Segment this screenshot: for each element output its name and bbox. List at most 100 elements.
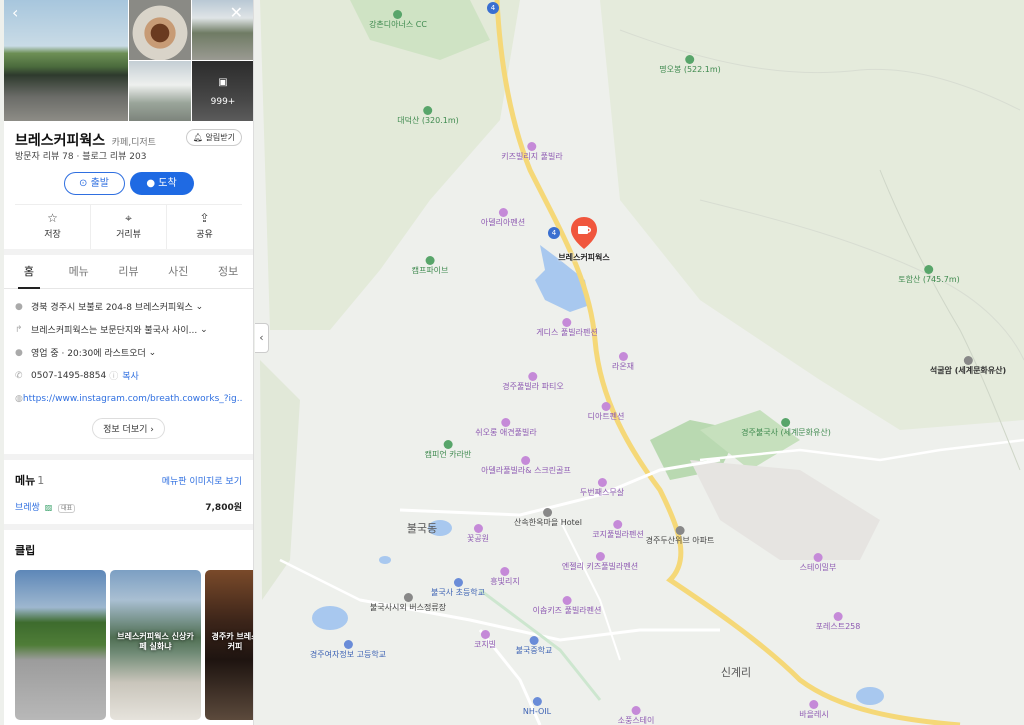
map-label-text: 포레스트258 — [815, 622, 861, 631]
save-button[interactable]: ☆ 저장 — [15, 205, 90, 249]
share-button[interactable]: ⇪ 공유 — [166, 205, 242, 249]
blog-review-link[interactable]: 블로그 리뷰 203 — [82, 152, 146, 162]
arrive-button[interactable]: ● 도착 — [129, 172, 194, 195]
clip-card[interactable] — [15, 570, 106, 720]
arrive-pin-icon: ● — [146, 178, 159, 189]
map-label[interactable]: 경주불국사 (세계문화유산) — [741, 418, 831, 438]
title-row: 브레스커피웍스 카페,디저트 🔔︎ 알림받기 — [4, 120, 253, 149]
photo-main[interactable] — [4, 0, 128, 121]
website-link[interactable]: https://www.instagram.com/breath.coworks… — [23, 394, 242, 404]
menu-count: 1 — [37, 474, 45, 487]
clip-card[interactable]: 브레스커피웍스 신상카페 실화냐 — [110, 570, 201, 720]
map-label[interactable]: 흥빛리지 — [490, 567, 520, 587]
share-icon: ⇪ — [199, 211, 210, 225]
back-arrow-icon[interactable]: ‹ — [12, 5, 18, 21]
route-badge: 4 — [487, 2, 499, 14]
visitor-review-link[interactable]: 방문자 리뷰 78 — [15, 152, 74, 162]
photo-thumb[interactable] — [129, 0, 191, 60]
map-label-text: 이솝키즈 풀빌라펜션 — [532, 606, 602, 615]
map-label[interactable]: 두번째스무살 — [580, 478, 624, 498]
copy-button[interactable]: 복사 — [122, 369, 139, 382]
map-label[interactable]: 강촌디아너스 CC — [369, 10, 427, 30]
map-label[interactable]: 게디스 풀빌라펜션 — [536, 318, 598, 338]
map-label[interactable]: 소풍스테이 — [618, 706, 654, 725]
map-label[interactable]: 포레스트258 — [815, 612, 861, 632]
info-more-label: 정보 더보기 — [103, 425, 148, 435]
map-label[interactable]: 불국동 — [407, 522, 437, 535]
map-label-text: 불국동 — [406, 522, 438, 535]
map-label-text: 석굴암 (세계문화유산) — [929, 366, 1007, 375]
map-label[interactable]: 이솝키즈 풀빌라펜션 — [532, 596, 602, 616]
directions-row[interactable]: ↱ 브레스커피웍스는 보문단지와 불국사 사이... ⌄ — [15, 318, 242, 341]
tab-info[interactable]: 정보 — [203, 255, 253, 288]
address-row[interactable]: ● 경북 경주시 보불로 204-8 브레스커피웍스 ⌄ — [15, 295, 242, 318]
map-label[interactable]: 경주두산위브 아파트 — [646, 526, 714, 546]
map-label[interactable]: 아델리아펜션 — [481, 208, 525, 228]
menu-item[interactable]: 브레쌍 ▨ 대표 7,800원 — [15, 492, 242, 520]
photo-thumb[interactable] — [192, 0, 253, 60]
map-label[interactable]: 대덕산 (320.1m) — [397, 106, 459, 126]
start-button[interactable]: ⊙ 출발 — [63, 172, 125, 195]
place-marker-label[interactable]: 브레스커피웍스 — [558, 252, 610, 263]
menu-image-link[interactable]: 메뉴판 이미지로 보기 — [162, 474, 242, 487]
hours-row[interactable]: ● 영업 중 · 20:30에 라스트오더 ⌄ — [15, 341, 242, 364]
map-label[interactable]: 라온재 — [612, 352, 634, 372]
notify-button[interactable]: 🔔︎ 알림받기 — [185, 129, 242, 146]
map-label[interactable]: 엔젤리 키즈풀빌라펜션 — [562, 552, 638, 572]
tab-review[interactable]: 리뷰 — [104, 255, 154, 288]
star-icon: ☆ — [47, 211, 58, 225]
map-label[interactable]: 바을레시 — [799, 700, 829, 720]
arrive-label: 도착 — [158, 178, 177, 189]
map-label[interactable]: 경주여자정보 고등학교 — [310, 640, 386, 660]
tab-bar: 홈 메뉴 리뷰 사진 정보 — [4, 255, 253, 289]
info-list: ● 경북 경주시 보불로 204-8 브레스커피웍스 ⌄ ↱ 브레스커피웍스는 … — [4, 289, 253, 410]
photo-gallery: ▣ 999+ ‹ ✕ — [4, 0, 253, 121]
clip-card[interactable]: 경주카 브레스커피 — [205, 570, 254, 720]
map-label[interactable]: 신계리 — [721, 666, 751, 679]
menu-item-price: 7,800원 — [205, 502, 242, 513]
chevron-down-icon: ⌄ — [197, 324, 208, 335]
map-label-text: 불국중학교 — [515, 646, 553, 655]
map-label-text: 경주풀빌라 파티오 — [502, 382, 564, 391]
map-label[interactable]: 스테이밀부 — [800, 553, 836, 573]
map-label[interactable]: 코지빌 — [474, 630, 496, 650]
map-label[interactable]: 토함산 (745.7m) — [898, 265, 960, 285]
photo-thumb[interactable] — [129, 61, 191, 121]
map-label[interactable]: NH-OIL — [523, 697, 551, 717]
info-more-button[interactable]: 정보 더보기 › — [92, 418, 165, 439]
map-label[interactable]: 석굴암 (세계문화유산) — [930, 356, 1006, 376]
website-row: ◍ https://www.instagram.com/breath.cowor… — [15, 387, 242, 410]
clip-header: 클립 — [15, 542, 242, 562]
map-label[interactable]: 불국중학교 — [515, 636, 553, 656]
map-label-text: 키즈빌리지 풀빌라 — [501, 152, 563, 161]
map-label[interactable]: 캠피언 카라반 — [425, 440, 471, 460]
map-label-text: 토함산 (745.7m) — [898, 275, 960, 284]
route-badge: 4 — [548, 227, 560, 239]
menu-title: 메뉴 1 — [15, 472, 44, 488]
map-label[interactable]: 디아트펜션 — [588, 402, 624, 422]
location-icon: ● — [15, 301, 23, 312]
place-marker-icon[interactable] — [570, 216, 598, 250]
map-label[interactable]: 불국사시외 버스정류장 — [370, 593, 446, 613]
collapse-panel-button[interactable]: ‹ — [255, 323, 269, 353]
map-label[interactable]: 꽃공원 — [467, 524, 489, 544]
map-label[interactable]: 키즈빌리지 풀빌라 — [501, 142, 563, 162]
map-label[interactable]: 캠프파이브 — [412, 256, 448, 276]
clip-caption: 경주카 브레스커피 — [211, 632, 254, 652]
photo-more[interactable]: ▣ 999+ — [192, 61, 253, 121]
close-icon[interactable]: ✕ — [230, 5, 243, 21]
map-label[interactable]: 산속한옥마을 Hotel — [514, 508, 582, 528]
map-label[interactable]: 아델라풀빌라& 스크린골프 — [481, 456, 571, 476]
streetview-button[interactable]: ⌖ 거리뷰 — [90, 205, 166, 249]
map-label[interactable]: 코지풀빌라펜션 — [592, 520, 644, 540]
tab-photo[interactable]: 사진 — [153, 255, 203, 288]
map-label-text: NH-OIL — [522, 707, 552, 716]
map-label-text: 산속한옥마을 Hotel — [514, 518, 582, 527]
map-label[interactable]: 경주풀빌라 파티오 — [502, 372, 564, 392]
map-label[interactable]: 명오봉 (522.1m) — [659, 55, 721, 75]
tab-home[interactable]: 홈 — [4, 255, 54, 289]
map-label[interactable]: 쉬오롱 애견풀빌라 — [475, 418, 537, 438]
share-label: 공유 — [196, 230, 213, 240]
phone-icon: ✆ — [15, 370, 23, 381]
tab-menu[interactable]: 메뉴 — [54, 255, 104, 288]
